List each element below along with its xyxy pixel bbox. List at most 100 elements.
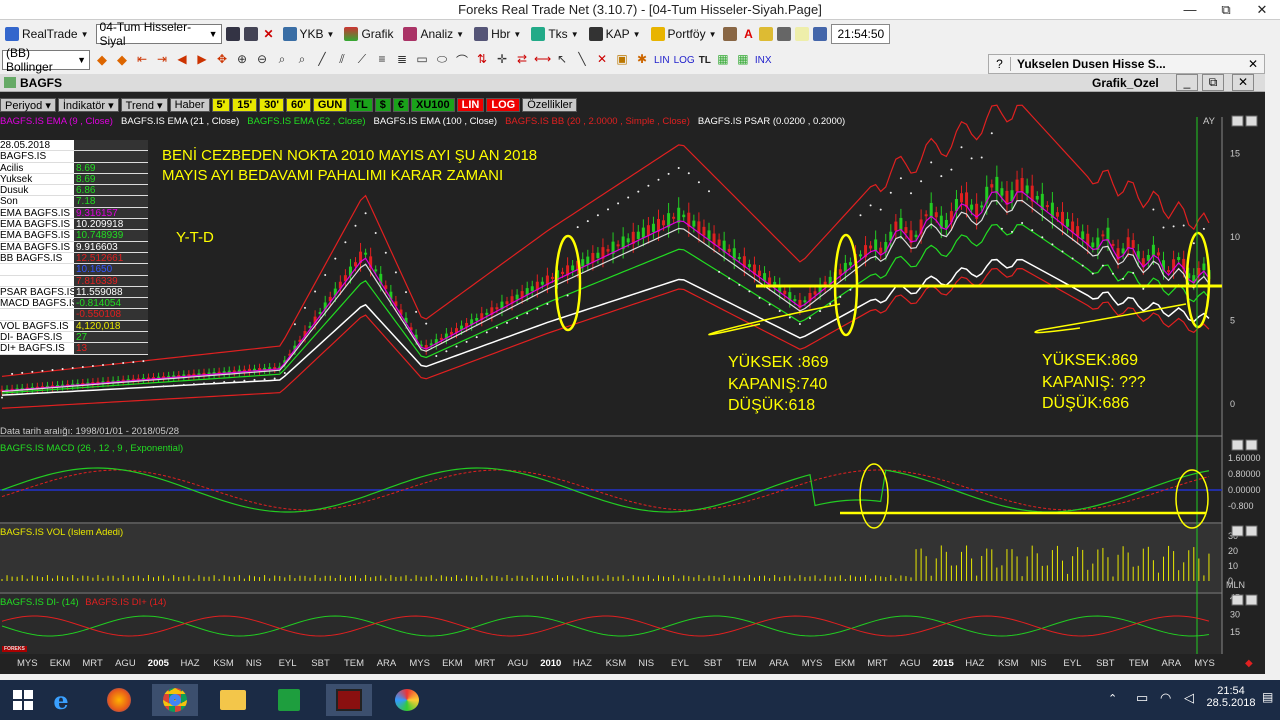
analiz-button[interactable]: Analiz ▼ [400,23,467,45]
eraser-icon[interactable]: ✕ [594,52,610,68]
chart-btn-5[interactable]: 15' [232,98,258,112]
grafik-button[interactable]: Grafik [341,23,396,45]
kap-button[interactable]: KAP ▼ [586,23,644,45]
cycle-icon[interactable]: ⌒ [454,52,470,68]
lin-button[interactable]: LIN [654,55,670,66]
firefox-taskbar-button[interactable] [96,684,142,716]
horizontal-line-icon[interactable]: ⟷ [534,52,551,68]
panel-control-button[interactable] [1245,115,1258,127]
template-icon[interactable]: ▣ [614,52,630,68]
vertical-arrows-icon[interactable]: ⇅ [474,52,490,68]
channel-icon[interactable]: ≡ [374,52,390,68]
panel-close-icon[interactable]: ✕ [1248,57,1264,71]
rectangle-icon[interactable]: ▭ [414,52,430,68]
chart-btn-4[interactable]: 5' [211,98,231,112]
tools-icon[interactable] [777,27,792,41]
explorer-taskbar-button[interactable] [210,684,256,716]
scroll-right-icon[interactable]: ▶ [194,52,210,68]
restore-button[interactable]: ⧉ [1208,0,1244,20]
zoom-out-icon[interactable]: ⊖ [254,52,270,68]
parallel-icon[interactable]: ⫽ [334,52,350,68]
tl-button[interactable]: TL [699,55,711,66]
horizontal-arrows-icon[interactable]: ⇄ [514,52,530,68]
chart-btn-6[interactable]: 30' [259,98,284,112]
pan-icon[interactable]: ✥ [214,52,230,68]
chart-btn-1[interactable]: İndikatör ▾ [57,98,119,112]
cross-icon[interactable]: ✛ [494,52,510,68]
minimize-button[interactable]: — [1172,0,1208,20]
panel-help-button[interactable]: ? [989,57,1011,71]
chart-btn-8[interactable]: GUN [312,98,348,112]
store-taskbar-button[interactable] [266,684,312,716]
fan-icon[interactable]: ⟋ [354,52,370,68]
chart-btn-9[interactable]: TL [349,98,373,112]
pencil-icon[interactable] [759,27,774,41]
panel-control-button[interactable] [1231,439,1244,451]
foreks-app-icon [336,689,362,711]
ellipse-icon[interactable]: ⬭ [434,52,450,68]
star-icon[interactable]: ✱ [634,52,650,68]
magnify-alt-icon[interactable]: ⌕ [294,52,310,68]
indicator-select[interactable]: (BB) Bollinger ▼ [2,46,90,74]
chart-minimize-button[interactable]: _ [1176,74,1198,91]
calculator-icon[interactable]: ▦ [715,52,731,68]
volume-icon[interactable]: ◁ [1184,690,1194,706]
panel-control-button[interactable] [1231,115,1244,127]
tks-button[interactable]: Tks ▼ [528,23,581,45]
chart-btn-10[interactable]: $ [374,98,391,112]
chart-btn-7[interactable]: 60' [285,98,311,112]
panel-control-button[interactable] [1231,594,1244,606]
arrow-right-icon[interactable]: ◆ [114,52,130,68]
chrome-taskbar-button[interactable] [152,684,198,716]
chart-btn-13[interactable]: LIN [456,98,485,112]
foreks-taskbar-button[interactable] [326,684,372,716]
save-icon[interactable] [225,27,240,41]
text-icon[interactable]: ╲ [574,52,590,68]
save-as-icon[interactable] [243,27,258,41]
ie-taskbar-button[interactable]: e [38,684,84,716]
portfoy-button[interactable]: Portföy ▼ [648,23,720,45]
alert-icon[interactable]: A [741,27,755,41]
panel-title[interactable]: Yukselen Dusen Hisse S... [1011,57,1166,71]
help-icon[interactable] [795,27,810,41]
inx-button[interactable]: INX [755,55,772,66]
realtrade-menu[interactable]: RealTrade ▼ [2,23,92,45]
wifi-icon[interactable]: ◠ [1160,690,1171,706]
network-icon[interactable]: ▭ [1136,690,1148,706]
book-icon[interactable] [723,27,738,41]
notification-icon[interactable]: ▤ [1262,690,1273,704]
chart-btn-3[interactable]: Haber [169,98,210,112]
close-button[interactable]: ✕ [1244,0,1280,20]
zoom-in-icon[interactable]: ⊕ [234,52,250,68]
chart-btn-12[interactable]: XU100 [411,98,455,112]
zoom-fit-icon[interactable]: ⇥ [154,52,170,68]
hbr-button[interactable]: Hbr ▼ [471,23,524,45]
ykb-button[interactable]: YKB ▼ [280,23,338,45]
panel-control-button[interactable] [1245,439,1258,451]
chart-btn-0[interactable]: Periyod ▾ [0,98,56,112]
paint-taskbar-button[interactable] [384,684,430,716]
pointer-icon[interactable]: ↖ [554,52,570,68]
magnify-icon[interactable]: ⌕ [274,52,290,68]
chart-btn-14[interactable]: LOG [486,98,521,112]
panel-control-button[interactable] [1231,525,1244,537]
panel-control-button[interactable] [1245,594,1258,606]
delete-icon[interactable]: ✕ [262,27,276,41]
log-button[interactable]: LOG [674,55,695,66]
scroll-left-icon[interactable]: ◀ [174,52,190,68]
chart-restore-button[interactable]: ⧉ [1202,74,1224,91]
fibonacci-icon[interactable]: ≣ [394,52,410,68]
zoom-range-icon[interactable]: ⇤ [134,52,150,68]
chart-btn-2[interactable]: Trend ▾ [120,98,168,112]
panel-control-button[interactable] [1245,525,1258,537]
tray-arrow-icon[interactable]: ⌃ [1108,692,1117,705]
arrow-left-icon[interactable]: ◆ [94,52,110,68]
chart-btn-11[interactable]: € [392,98,409,112]
taskbar-clock[interactable]: 21:54 28.5.2018 [1205,685,1257,709]
grid-icon[interactable]: ▦ [735,52,751,68]
page-select[interactable]: 04-Tum Hisseler-Siyal ▼ [95,20,222,48]
trendline-icon[interactable]: ╱ [314,52,330,68]
chart-btn-15[interactable]: Özellikler [522,98,578,112]
screen-icon[interactable] [813,27,828,41]
chart-close-button[interactable]: ✕ [1232,74,1254,91]
